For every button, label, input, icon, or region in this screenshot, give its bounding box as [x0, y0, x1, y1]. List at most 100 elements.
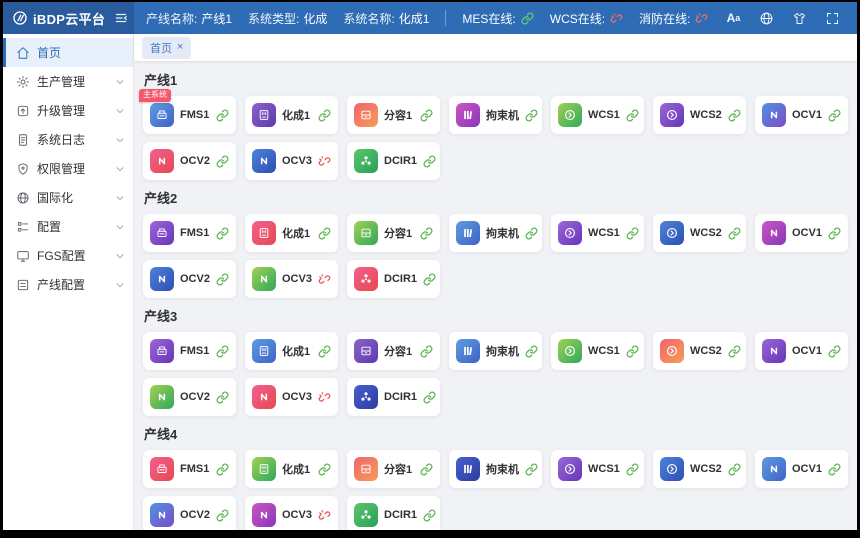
device-card[interactable]: WCS1 [551, 332, 644, 370]
device-card[interactable]: 分容1 [347, 214, 440, 252]
link-online-icon[interactable] [525, 109, 538, 122]
link-online-icon[interactable] [420, 227, 433, 240]
link-online-icon[interactable] [525, 345, 538, 358]
device-card[interactable]: OCV3 [245, 378, 338, 416]
device-card[interactable]: OCV3 [245, 496, 338, 530]
link-online-icon[interactable] [828, 109, 841, 122]
link-online-icon[interactable] [216, 273, 229, 286]
sidebar-item-log[interactable]: 系统日志 [3, 125, 133, 154]
link-online-icon[interactable] [420, 109, 433, 122]
device-card[interactable]: OCV1 [755, 450, 848, 488]
device-card[interactable]: FMS1 [143, 332, 236, 370]
link-online-icon[interactable] [525, 463, 538, 476]
device-card[interactable]: DCIR1 [347, 142, 440, 180]
sidebar-item-line-config[interactable]: 产线配置 [3, 270, 133, 299]
font-size-icon[interactable]: Aa [724, 9, 742, 27]
device-card[interactable]: WCS2 [653, 96, 746, 134]
tab-首页[interactable]: 首页× [142, 37, 191, 59]
link-broken-icon[interactable] [318, 273, 331, 286]
sidebar-item-i18n[interactable]: 国际化 [3, 183, 133, 212]
device-card[interactable]: FMS1 [143, 214, 236, 252]
link-online-icon[interactable] [318, 227, 331, 240]
device-card[interactable]: WCS1 [551, 96, 644, 134]
device-card[interactable]: WCS2 [653, 332, 746, 370]
fullscreen-icon[interactable] [823, 9, 841, 27]
link-broken-icon[interactable] [318, 155, 331, 168]
link-online-icon[interactable] [728, 345, 741, 358]
sidebar-item-home[interactable]: 首页 [3, 38, 133, 67]
link-online-icon[interactable] [626, 463, 639, 476]
device-card[interactable]: DCIR1 [347, 260, 440, 298]
sidebar-item-production[interactable]: 生产管理 [3, 67, 133, 96]
device-card[interactable]: OCV2 [143, 496, 236, 530]
link-online-icon[interactable] [216, 391, 229, 404]
device-card[interactable]: 分容1 [347, 332, 440, 370]
device-card[interactable]: FMS1 [143, 450, 236, 488]
sidebar-item-fgs[interactable]: FGS配置 [3, 241, 133, 270]
device-card[interactable]: OCV1 [755, 214, 848, 252]
device-card[interactable]: 拘束机 [449, 214, 542, 252]
device-card[interactable]: 拘束机 [449, 332, 542, 370]
wcs-icon [558, 457, 582, 481]
link-online-icon[interactable] [423, 273, 436, 286]
link-online-icon[interactable] [216, 227, 229, 240]
sidebar-item-config[interactable]: 配置 [3, 212, 133, 241]
link-online-icon[interactable] [828, 463, 841, 476]
link-online-icon[interactable] [728, 463, 741, 476]
device-card[interactable]: OCV1 [755, 96, 848, 134]
link-online-icon[interactable] [423, 509, 436, 522]
link-online-icon[interactable] [420, 463, 433, 476]
device-card[interactable]: 化成1 [245, 96, 338, 134]
sidebar-item-permission[interactable]: 权限管理 [3, 154, 133, 183]
device-card[interactable]: OCV1 [755, 332, 848, 370]
link-online-icon[interactable] [318, 109, 331, 122]
device-card[interactable]: 主系统FMS1 [143, 96, 236, 134]
link-online-icon[interactable] [828, 227, 841, 240]
link-broken-icon[interactable] [318, 391, 331, 404]
link-online-icon[interactable] [216, 109, 229, 122]
link-online-icon[interactable] [828, 345, 841, 358]
device-card[interactable]: WCS1 [551, 214, 644, 252]
device-card[interactable]: 分容1 [347, 450, 440, 488]
device-card[interactable]: OCV2 [143, 260, 236, 298]
device-card[interactable]: 化成1 [245, 332, 338, 370]
link-online-icon[interactable] [728, 227, 741, 240]
link-online-icon[interactable] [626, 109, 639, 122]
device-card[interactable]: OCV3 [245, 142, 338, 180]
link-online-icon[interactable] [626, 227, 639, 240]
link-online-icon[interactable] [318, 345, 331, 358]
device-card[interactable]: WCS2 [653, 450, 746, 488]
link-online-icon[interactable] [216, 509, 229, 522]
language-icon[interactable] [757, 9, 775, 27]
link-online-icon[interactable] [423, 155, 436, 168]
link-online-icon[interactable] [420, 345, 433, 358]
device-card[interactable]: DCIR1 [347, 378, 440, 416]
link-online-icon[interactable] [525, 227, 538, 240]
theme-icon[interactable] [790, 9, 808, 27]
link-online-icon[interactable] [216, 345, 229, 358]
link-online-icon[interactable] [626, 345, 639, 358]
device-card[interactable]: OCV3 [245, 260, 338, 298]
device-card[interactable]: 拘束机 [449, 96, 542, 134]
device-card[interactable]: WCS2 [653, 214, 746, 252]
sidebar-item-upgrade[interactable]: 升级管理 [3, 96, 133, 125]
chevron-down-icon [115, 106, 125, 116]
link-online-icon[interactable] [318, 463, 331, 476]
tab-close-icon[interactable]: × [177, 42, 183, 53]
sidebar-fold-icon[interactable] [114, 11, 128, 25]
device-card[interactable]: OCV2 [143, 378, 236, 416]
link-online-icon[interactable] [216, 463, 229, 476]
device-card[interactable]: 化成1 [245, 214, 338, 252]
device-card[interactable]: 化成1 [245, 450, 338, 488]
link-broken-icon[interactable] [318, 509, 331, 522]
wcs-icon [558, 339, 582, 363]
link-online-icon[interactable] [216, 155, 229, 168]
device-card[interactable]: WCS1 [551, 450, 644, 488]
link-online-icon[interactable] [728, 109, 741, 122]
device-card[interactable]: 分容1 [347, 96, 440, 134]
device-card[interactable]: DCIR1 [347, 496, 440, 530]
device-card[interactable]: 拘束机 [449, 450, 542, 488]
link-online-icon[interactable] [423, 391, 436, 404]
user-icon[interactable] [856, 9, 857, 27]
device-card[interactable]: OCV2 [143, 142, 236, 180]
